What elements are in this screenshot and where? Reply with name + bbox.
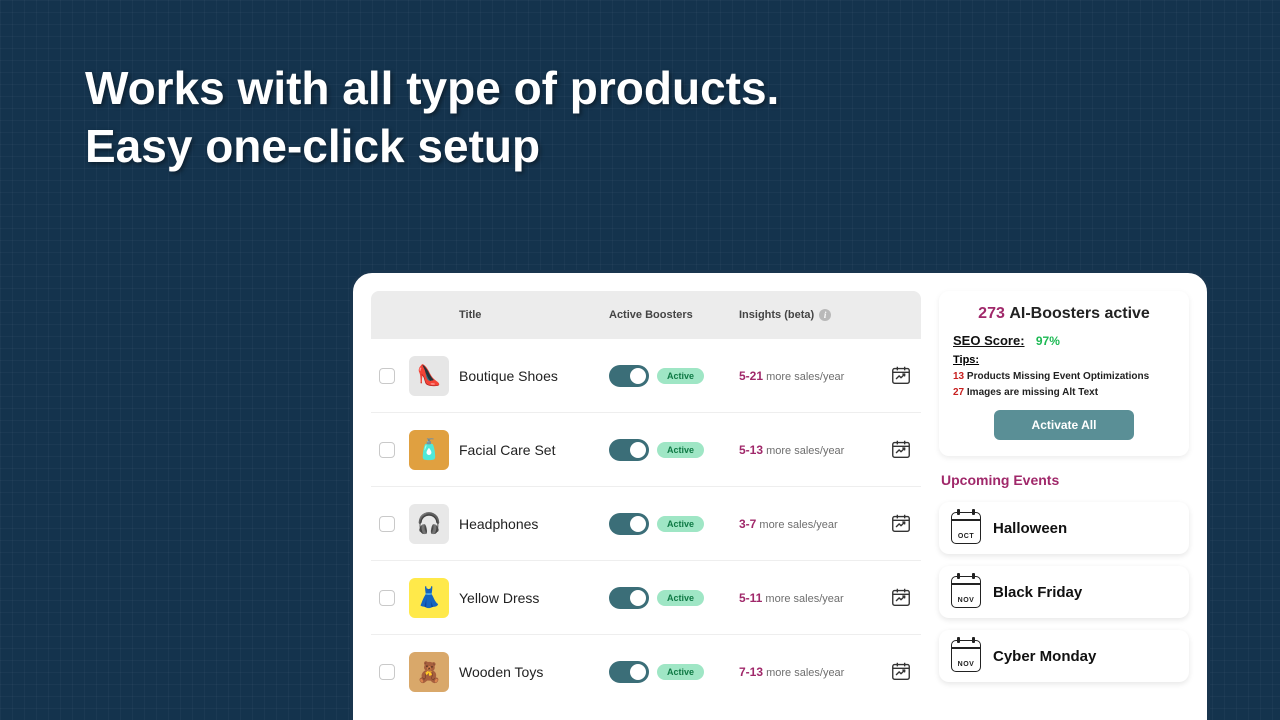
booster-toggle[interactable] [609,365,649,387]
side-panel: 273 AI-Boosters active SEO Score: 97% Ti… [939,291,1189,720]
status-badge: Active [657,442,704,458]
status-badge: Active [657,664,704,680]
insight-text: 5-21 more sales/year [739,369,889,383]
calendar-chart-icon[interactable] [889,437,913,461]
product-thumbnail: 🎧 [409,504,449,544]
headline-line1: Works with all type of products. [85,60,779,118]
tip-line: 27 Images are missing Alt Text [953,387,1175,398]
tips-label: Tips: [953,354,1175,366]
status-badge: Active [657,368,704,384]
event-name: Halloween [993,520,1067,537]
status-badge: Active [657,516,704,532]
product-title: Boutique Shoes [459,368,609,384]
insight-text: 7-13 more sales/year [739,665,889,679]
table-header-row: Title Active Boosters Insights (beta) i [371,291,921,339]
insight-text: 5-11 more sales/year [739,591,889,605]
row-checkbox[interactable] [379,368,395,384]
seo-label: SEO Score: [953,333,1025,348]
row-checkbox[interactable] [379,590,395,606]
upcoming-events-title: Upcoming Events [941,472,1189,488]
insight-text: 5-13 more sales/year [739,443,889,457]
event-card[interactable]: NOV Cyber Monday [939,630,1189,682]
calendar-icon: OCT [951,512,981,544]
product-title: Headphones [459,516,609,532]
table-row: 🧴 Facial Care Set Active 5-13 more sales/ye… [371,413,921,487]
table-row: 🎧 Headphones Active 3-7 more sales/year [371,487,921,561]
activate-all-button[interactable]: Activate All [994,410,1134,440]
seo-row: SEO Score: 97% [953,333,1175,348]
calendar-icon: NOV [951,576,981,608]
app-window: Title Active Boosters Insights (beta) i … [350,270,1210,720]
column-boosters: Active Boosters [609,309,739,321]
boosters-heading: 273 AI-Boosters active [953,305,1175,323]
row-checkbox[interactable] [379,664,395,680]
headline-line2: Easy one-click setup [85,118,779,176]
calendar-chart-icon[interactable] [889,585,913,609]
column-insights: Insights (beta) i [739,309,889,321]
products-table: Title Active Boosters Insights (beta) i … [371,291,921,720]
boosters-label: AI-Boosters active [1009,305,1150,322]
seo-value: 97% [1036,334,1060,348]
calendar-chart-icon[interactable] [889,511,913,535]
status-badge: Active [657,590,704,606]
row-checkbox[interactable] [379,442,395,458]
table-row: 👠 Boutique Shoes Active 5-21 more sales/yea… [371,339,921,413]
event-name: Black Friday [993,584,1082,601]
column-insights-label: Insights (beta) [739,309,814,321]
table-row: 👗 Yellow Dress Active 5-11 more sales/year [371,561,921,635]
calendar-icon: NOV [951,640,981,672]
row-checkbox[interactable] [379,516,395,532]
product-thumbnail: 🧸 [409,652,449,692]
insight-text: 3-7 more sales/year [739,517,889,531]
product-thumbnail: 👗 [409,578,449,618]
marketing-headline: Works with all type of products. Easy on… [85,60,779,175]
calendar-chart-icon[interactable] [889,363,913,387]
product-title: Facial Care Set [459,442,609,458]
product-thumbnail: 👠 [409,356,449,396]
event-card[interactable]: NOV Black Friday [939,566,1189,618]
booster-toggle[interactable] [609,439,649,461]
info-icon[interactable]: i [819,309,831,321]
boosters-count: 273 [978,305,1005,322]
event-name: Cyber Monday [993,648,1096,665]
product-title: Wooden Toys [459,664,609,680]
column-title: Title [459,309,609,321]
table-row: 🧸 Wooden Toys Active 7-13 more sales/year [371,635,921,709]
product-title: Yellow Dress [459,590,609,606]
booster-toggle[interactable] [609,587,649,609]
product-thumbnail: 🧴 [409,430,449,470]
calendar-chart-icon[interactable] [889,659,913,683]
booster-toggle[interactable] [609,513,649,535]
stats-card: 273 AI-Boosters active SEO Score: 97% Ti… [939,291,1189,456]
event-card[interactable]: OCT Halloween [939,502,1189,554]
tip-line: 13 Products Missing Event Optimizations [953,371,1175,382]
booster-toggle[interactable] [609,661,649,683]
